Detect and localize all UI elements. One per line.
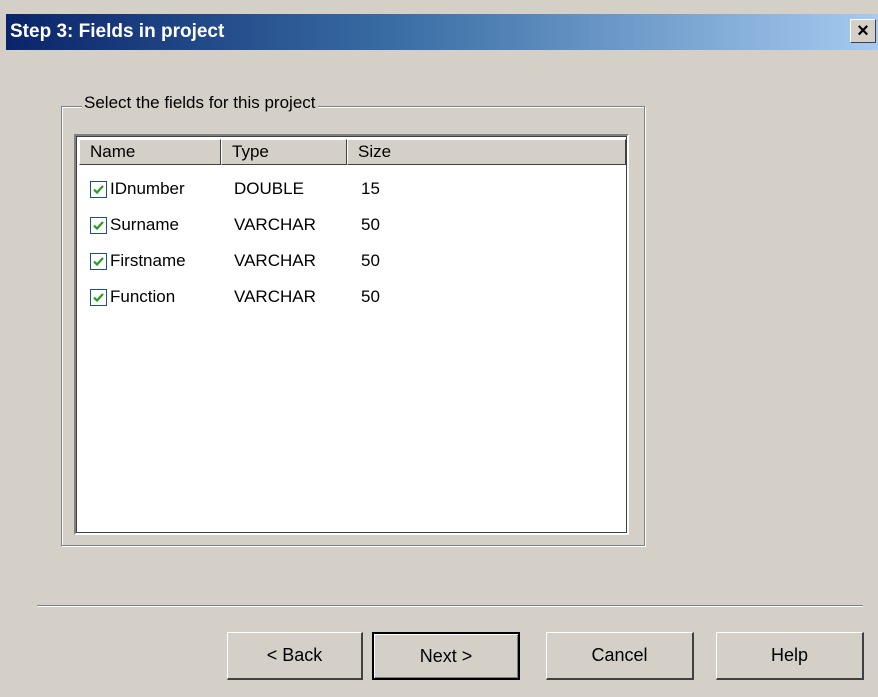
cancel-button[interactable]: Cancel xyxy=(546,632,694,680)
field-checkbox-function[interactable] xyxy=(90,288,107,306)
field-row-function[interactable]: Function VARCHAR 50 xyxy=(79,279,448,315)
field-checkbox-surname[interactable] xyxy=(90,216,107,234)
title-bar: Step 3: Fields in project × xyxy=(6,14,878,50)
back-button[interactable]: < Back xyxy=(227,632,363,680)
field-checkbox-idnumber[interactable] xyxy=(90,180,107,198)
list-rows: IDnumber DOUBLE 15 Surname VARCHAR 50 Fi… xyxy=(79,171,448,315)
next-button[interactable]: Next > xyxy=(372,632,520,680)
check-icon xyxy=(93,256,104,266)
field-name: Surname xyxy=(110,215,179,234)
fields-listview[interactable]: Name Type Size IDnumber DOUBLE 15 Surnam… xyxy=(74,134,629,535)
field-type: VARCHAR xyxy=(234,251,316,270)
check-icon xyxy=(93,220,104,230)
column-header-size[interactable]: Size xyxy=(347,139,626,165)
field-size: 50 xyxy=(361,287,380,306)
field-type: VARCHAR xyxy=(234,287,316,306)
help-button[interactable]: Help xyxy=(716,632,864,680)
close-button[interactable]: × xyxy=(850,19,876,43)
field-row-idnumber[interactable]: IDnumber DOUBLE 15 xyxy=(79,171,448,207)
field-name: Function xyxy=(110,287,176,306)
field-row-surname[interactable]: Surname VARCHAR 50 xyxy=(79,207,448,243)
window-title: Step 3: Fields in project xyxy=(10,21,225,42)
field-type: VARCHAR xyxy=(234,215,316,234)
check-icon xyxy=(93,184,104,194)
check-icon xyxy=(93,292,104,302)
field-type: DOUBLE xyxy=(234,179,304,198)
footer-separator xyxy=(37,605,863,607)
field-size: 50 xyxy=(361,215,380,234)
groupbox-legend: Select the fields for this project xyxy=(82,93,318,113)
column-header-type[interactable]: Type xyxy=(221,139,347,165)
column-header-name[interactable]: Name xyxy=(79,139,221,165)
field-row-firstname[interactable]: Firstname VARCHAR 50 xyxy=(79,243,448,279)
field-size: 15 xyxy=(361,179,380,198)
field-name: IDnumber xyxy=(110,179,185,198)
list-header: Name Type Size xyxy=(79,139,626,165)
close-icon: × xyxy=(857,20,869,42)
field-checkbox-firstname[interactable] xyxy=(90,252,107,270)
field-name: Firstname xyxy=(110,251,186,270)
field-size: 50 xyxy=(361,251,380,270)
